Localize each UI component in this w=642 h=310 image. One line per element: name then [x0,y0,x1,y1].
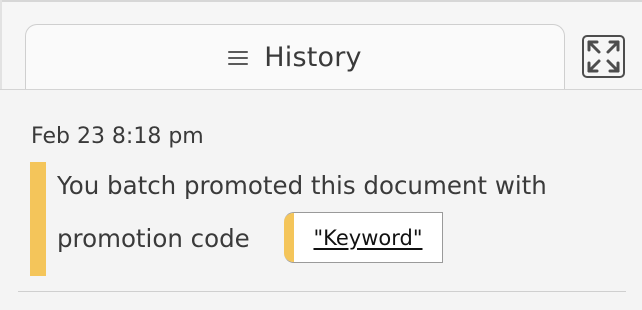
entry-divider [18,291,626,292]
code-chip-accent [284,213,294,262]
entry-timestamp: Feb 23 8:18 pm [31,124,204,149]
top-border [0,0,642,2]
entry-accent-bar [30,162,46,276]
history-panel: History Feb 23 8:18 pm You batch promote… [0,0,642,310]
entry-message-line2: promotion code [57,224,250,253]
history-content [0,90,642,310]
expand-button[interactable] [582,35,625,78]
entry-message-line1: You batch promoted this document with [57,171,547,200]
tab-history-label: History [264,42,362,73]
tab-history[interactable]: History [25,24,565,90]
expand-icon [587,40,620,73]
hamburger-icon [228,50,249,66]
promotion-code-text[interactable]: "Keyword" [294,226,442,250]
promotion-code-link[interactable]: "Keyword" [284,212,443,263]
tab-baseline [0,89,642,90]
